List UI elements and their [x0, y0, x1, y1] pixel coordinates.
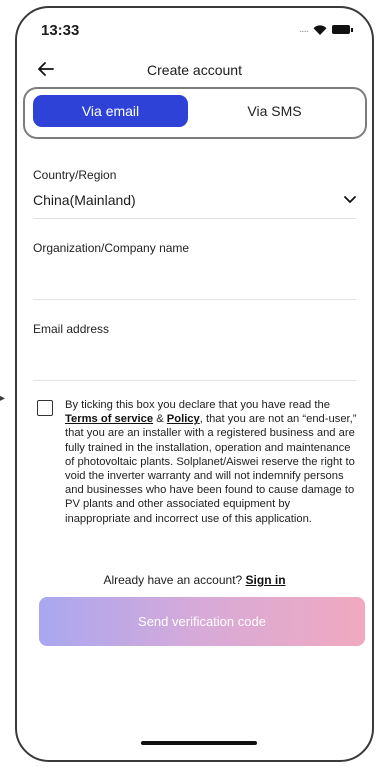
country-label: Country/Region: [33, 168, 117, 182]
phone-frame: 13:33 ..... Create account Via email Via…: [15, 6, 374, 762]
tab-via-sms[interactable]: Via SMS: [197, 95, 352, 127]
email-input[interactable]: [33, 380, 356, 381]
terms-of-service-link[interactable]: Terms of service: [65, 413, 153, 425]
account-form: Country/Region China(Mainland) Organizat…: [33, 168, 356, 381]
home-indicator: [141, 741, 257, 745]
country-value: China(Mainland): [33, 192, 136, 208]
signup-method-tabs: Via email Via SMS: [23, 87, 367, 139]
agreement-text: By ticking this box you declare that you…: [65, 399, 357, 525]
chevron-down-icon: [344, 196, 356, 204]
agreement-section: By ticking this box you declare that you…: [37, 398, 358, 526]
policy-link[interactable]: Policy: [167, 413, 200, 425]
battery-icon: [332, 25, 353, 34]
pointer-arrow-icon: ▸: [0, 393, 6, 404]
nav-bar: Create account: [17, 54, 372, 88]
signin-prompt: Already have an account? Sign in: [103, 573, 286, 587]
country-select[interactable]: China(Mainland): [33, 192, 356, 208]
organization-input[interactable]: [33, 299, 356, 300]
agree-checkbox[interactable]: [37, 400, 53, 416]
send-verification-code-button[interactable]: Send verification code: [39, 597, 365, 646]
tab-via-email[interactable]: Via email: [33, 95, 188, 127]
sign-in-link[interactable]: Sign in: [246, 573, 286, 587]
wifi-icon: [313, 25, 327, 35]
status-icons: .....: [299, 24, 353, 35]
organization-label: Organization/Company name: [33, 241, 190, 255]
page-title: Create account: [147, 62, 242, 78]
status-bar: 13:33 .....: [17, 8, 372, 50]
status-time: 13:33: [41, 22, 80, 39]
divider: [33, 218, 356, 219]
email-label: Email address: [33, 322, 110, 336]
signal-icon: .....: [299, 24, 309, 35]
